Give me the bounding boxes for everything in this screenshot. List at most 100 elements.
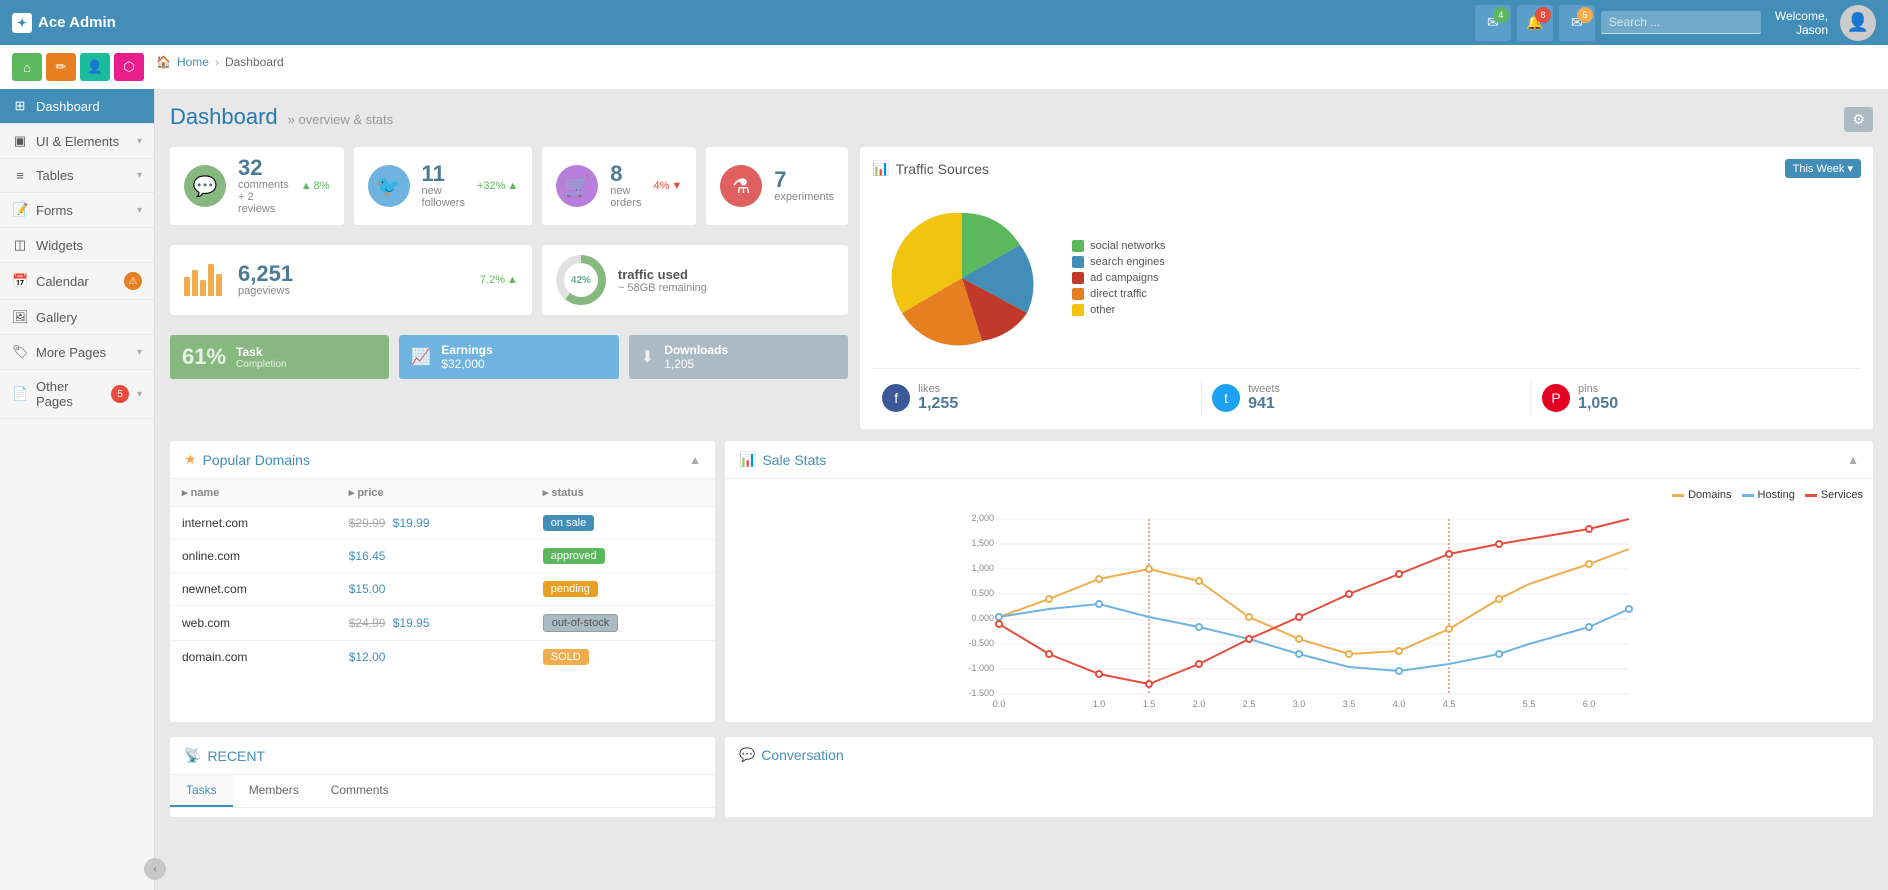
- sidebar-toggle[interactable]: ‹: [144, 858, 166, 880]
- sidebar-item-gallery[interactable]: 🖼 Gallery: [0, 300, 154, 335]
- table-row: online.com $16.45 approved: [170, 540, 715, 573]
- layout: ⊞ Dashboard ▣ UI & Elements ▾ ≡ Tables ▾…: [0, 89, 1888, 890]
- sidebar-item-other-pages[interactable]: 📄 Other Pages 5 ▾: [0, 370, 154, 419]
- up-arrow-icon-3: ▲: [507, 274, 518, 286]
- chart-area: Domains Hosting Services 2,000: [725, 479, 1873, 722]
- price-new: $15.00: [349, 582, 386, 596]
- comments-change: ▲ 8%: [301, 180, 330, 192]
- sidebar-item-forms[interactable]: 📝 Forms ▾: [0, 193, 154, 228]
- sale-stats-collapse-button[interactable]: ▲: [1847, 453, 1859, 467]
- home-toolbar-button[interactable]: ⌂: [12, 53, 42, 81]
- user-toolbar-button[interactable]: 👤: [80, 53, 110, 81]
- svg-text:2.5: 2.5: [1243, 699, 1256, 709]
- legend-item-other: other: [1072, 304, 1165, 316]
- chevron-down-icon-2: ▾: [137, 170, 142, 181]
- tab-comments[interactable]: Comments: [315, 775, 405, 807]
- up-arrow-icon: ▲: [301, 180, 312, 192]
- legend-label-other: other: [1090, 304, 1115, 316]
- domain-price: $15.00: [337, 573, 531, 606]
- this-week-button[interactable]: This Week ▾: [1785, 159, 1861, 178]
- twitter-icon: t: [1212, 384, 1240, 412]
- legend-dot-ad: [1072, 272, 1084, 284]
- legend-label-direct: direct traffic: [1090, 288, 1147, 300]
- orders-label: new orders: [610, 185, 641, 209]
- legend-label-search: search engines: [1090, 256, 1165, 268]
- legend-dot-search: [1072, 256, 1084, 268]
- followers-change: +32% ▲: [477, 180, 518, 192]
- star-icon: ★: [184, 451, 197, 468]
- svg-text:2.0: 2.0: [1193, 699, 1206, 709]
- fb-label: likes: [918, 383, 958, 395]
- domains-panel-header: ★ Popular Domains ▲: [170, 441, 715, 479]
- sidebar-item-widgets[interactable]: ◫ Widgets: [0, 228, 154, 263]
- svg-text:3.5: 3.5: [1343, 699, 1356, 709]
- up-arrow-icon-2: ▲: [507, 180, 518, 192]
- brand-name: Ace Admin: [38, 14, 116, 31]
- sidebar-item-more-pages[interactable]: 🏷 More Pages ▾: [0, 335, 154, 370]
- alerts-button[interactable]: 🔔 8: [1517, 5, 1553, 41]
- sidebar-item-tables[interactable]: ≡ Tables ▾: [0, 159, 154, 193]
- pinterest-icon: P: [1542, 384, 1570, 412]
- messages-button[interactable]: ✉ 4: [1475, 5, 1511, 41]
- down-arrow-icon: ▼: [671, 180, 682, 192]
- sidebar-item-calendar[interactable]: 📅 Calendar ⚠: [0, 263, 154, 300]
- svg-text:5.5: 5.5: [1523, 699, 1536, 709]
- stat-card-comments: 💬 32 comments + 2 reviews ▲ 8%: [170, 147, 344, 225]
- pie-chart: [872, 198, 1052, 358]
- domain-name: newnet.com: [170, 573, 337, 606]
- conversation-title: Conversation: [761, 747, 844, 763]
- stat-card-orders: 🛒 8 new orders 4% ▼: [542, 147, 696, 225]
- stat-task: 61% Task Completion: [170, 335, 389, 379]
- icon-toolbar: ⌂ ✏ 👤 ⬡: [12, 49, 144, 85]
- tab-tasks[interactable]: Tasks: [170, 775, 233, 807]
- legend-services: Services: [1805, 489, 1863, 501]
- stats-row-3: 61% Task Completion 📈 Earnings $32,000: [170, 335, 848, 379]
- social-stat-tw: t tweets 941: [1202, 379, 1532, 417]
- svg-text:1,000: 1,000: [971, 563, 994, 573]
- pt-label: pins: [1578, 383, 1618, 395]
- comments-number: 32: [238, 157, 289, 179]
- domain-name: web.com: [170, 606, 337, 641]
- mail-button[interactable]: ✉ 5: [1559, 5, 1595, 41]
- social-stat-pt: P pins 1,050: [1532, 379, 1861, 417]
- task-sublabel: Completion: [236, 359, 287, 370]
- recent-panel-header: 📡 RECENT: [170, 737, 715, 775]
- experiments-number: 7: [774, 169, 834, 191]
- domain-status: out-of-stock: [531, 606, 715, 641]
- breadcrumb-current: Dashboard: [225, 55, 284, 69]
- breadcrumb-home-link[interactable]: Home: [177, 55, 209, 69]
- traffic-widget: 📊 Traffic Sources This Week ▾: [860, 147, 1873, 429]
- social-stat-fb: f likes 1,255: [872, 379, 1202, 417]
- tw-label: tweets: [1248, 383, 1280, 395]
- earnings-label: Earnings: [441, 343, 492, 357]
- status-badge: out-of-stock: [543, 614, 618, 632]
- pageviews-number: 6,251: [238, 263, 293, 285]
- sidebar: ⊞ Dashboard ▣ UI & Elements ▾ ≡ Tables ▾…: [0, 89, 155, 890]
- downloads-icon: ⬇: [641, 347, 654, 367]
- experiments-icon: ⚗: [720, 165, 762, 207]
- conversation-panel: 💬 Conversation: [725, 737, 1873, 817]
- downloads-label: Downloads: [664, 343, 728, 357]
- chevron-down-icon: ▾: [137, 136, 142, 147]
- traffic-percent: 42%: [564, 263, 598, 297]
- svg-text:0.000: 0.000: [971, 613, 994, 623]
- share-toolbar-button[interactable]: ⬡: [114, 53, 144, 81]
- settings-button[interactable]: ⚙: [1844, 107, 1873, 132]
- subheader: ⌂ ✏ 👤 ⬡ 🏠 Home › Dashboard: [0, 45, 1888, 89]
- search-input[interactable]: [1601, 11, 1761, 34]
- domain-price: $12.00: [337, 641, 531, 674]
- calendar-badge: ⚠: [124, 272, 142, 290]
- legend-item-direct: direct traffic: [1072, 288, 1165, 300]
- tw-value: 941: [1248, 395, 1280, 413]
- sale-stats-panel: 📊 Sale Stats ▲ Domains Hosting: [725, 441, 1873, 722]
- tab-members[interactable]: Members: [233, 775, 315, 807]
- edit-toolbar-button[interactable]: ✏: [46, 53, 76, 81]
- avatar[interactable]: 👤: [1840, 5, 1876, 41]
- svg-text:1.5: 1.5: [1143, 699, 1156, 709]
- page-title: Dashboard: [170, 104, 278, 130]
- sidebar-item-dashboard[interactable]: ⊞ Dashboard: [0, 89, 154, 124]
- sidebar-item-ui[interactable]: ▣ UI & Elements ▾: [0, 124, 154, 159]
- table-row: web.com $24.99 $19.95 out-of-stock: [170, 606, 715, 641]
- domains-panel-title: ★ Popular Domains: [184, 451, 310, 468]
- panel-collapse-button[interactable]: ▲: [689, 453, 701, 467]
